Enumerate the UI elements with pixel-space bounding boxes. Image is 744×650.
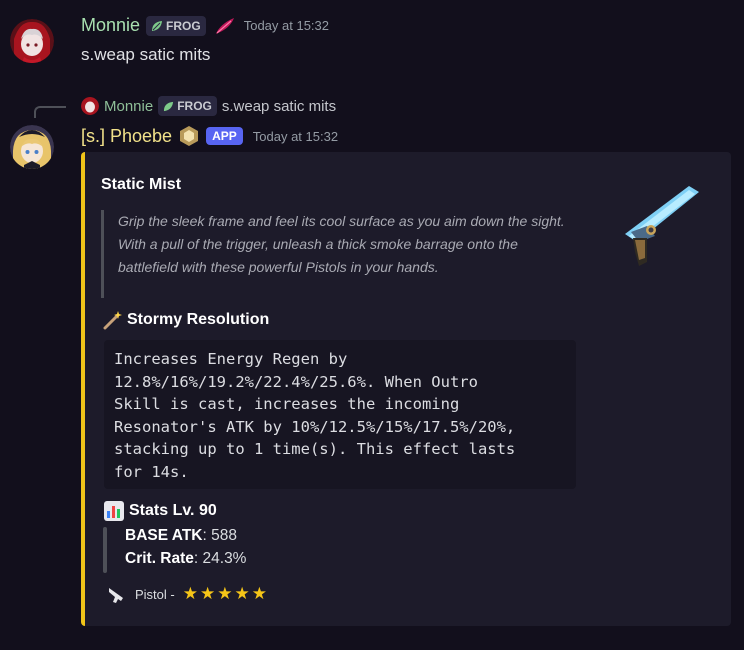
- reply-preview[interactable]: Monnie FROG s.weap satic mits: [81, 96, 336, 116]
- feather-icon: [214, 16, 236, 36]
- stat-base-atk: BASE ATK: 588: [125, 527, 237, 545]
- bar-chart-icon: [103, 500, 125, 522]
- reply-content[interactable]: s.weap satic mits: [222, 98, 336, 115]
- leaf-icon: [152, 20, 163, 31]
- reply-avatar: [81, 97, 99, 115]
- monnie-avatar[interactable]: [10, 19, 54, 63]
- clan-tag[interactable]: FROG: [146, 15, 206, 36]
- stats-quote-bar: [103, 527, 107, 573]
- message-timestamp: Today at 15:32: [252, 128, 339, 144]
- star-icon: ★: [234, 584, 252, 603]
- message-content: s.weap satic mits: [81, 45, 211, 64]
- stat-label: BASE ATK: [125, 527, 203, 544]
- reply-author[interactable]: Monnie: [104, 98, 153, 115]
- star-icon: ★: [199, 584, 218, 603]
- star-icon: ★: [251, 584, 269, 603]
- star-icon: ★: [182, 584, 200, 603]
- stat-value: : 588: [202, 527, 237, 544]
- clan-tag-label: FROG: [166, 18, 201, 33]
- message-author[interactable]: Monnie: [81, 15, 140, 36]
- embed-description: Grip the sleek frame and feel its cool s…: [101, 210, 571, 298]
- weapon-embed: Static Mist Grip the sleek frame and fee…: [81, 152, 731, 626]
- footer-text: Pistol -: [135, 586, 175, 602]
- magic-wand-icon: [103, 310, 123, 330]
- weapon-thumbnail[interactable]: [617, 182, 709, 268]
- passive-title: Stormy Resolution: [127, 311, 270, 328]
- embed-title: Static Mist: [101, 176, 182, 193]
- stat-label: Crit. Rate: [125, 550, 194, 567]
- passive-description: Increases Energy Regen by 12.8%/16%/19.2…: [104, 340, 576, 489]
- reply-clan-tag: FROG: [158, 96, 217, 116]
- stat-crit-rate: Crit. Rate: 24.3%: [125, 550, 246, 568]
- star-icon: ★: [217, 584, 235, 603]
- pistol-icon: [107, 584, 127, 604]
- reply-connector: [34, 106, 66, 118]
- phoebe-avatar[interactable]: [10, 125, 54, 169]
- bot-role-icon: [178, 125, 200, 147]
- reply-clan-tag-label: FROG: [177, 99, 212, 113]
- stats-title: Stats Lv. 90: [129, 502, 217, 519]
- rarity-stars: ★★★★★: [183, 584, 269, 604]
- app-badge: APP: [206, 127, 243, 145]
- message-timestamp: Today at 15:32: [243, 18, 330, 33]
- embed-footer: Pistol - ★★★★★: [107, 584, 269, 604]
- leaf-icon: [164, 101, 174, 111]
- bot-author[interactable]: [s.] Phoebe: [81, 126, 172, 147]
- stat-value: : 24.3%: [193, 550, 247, 567]
